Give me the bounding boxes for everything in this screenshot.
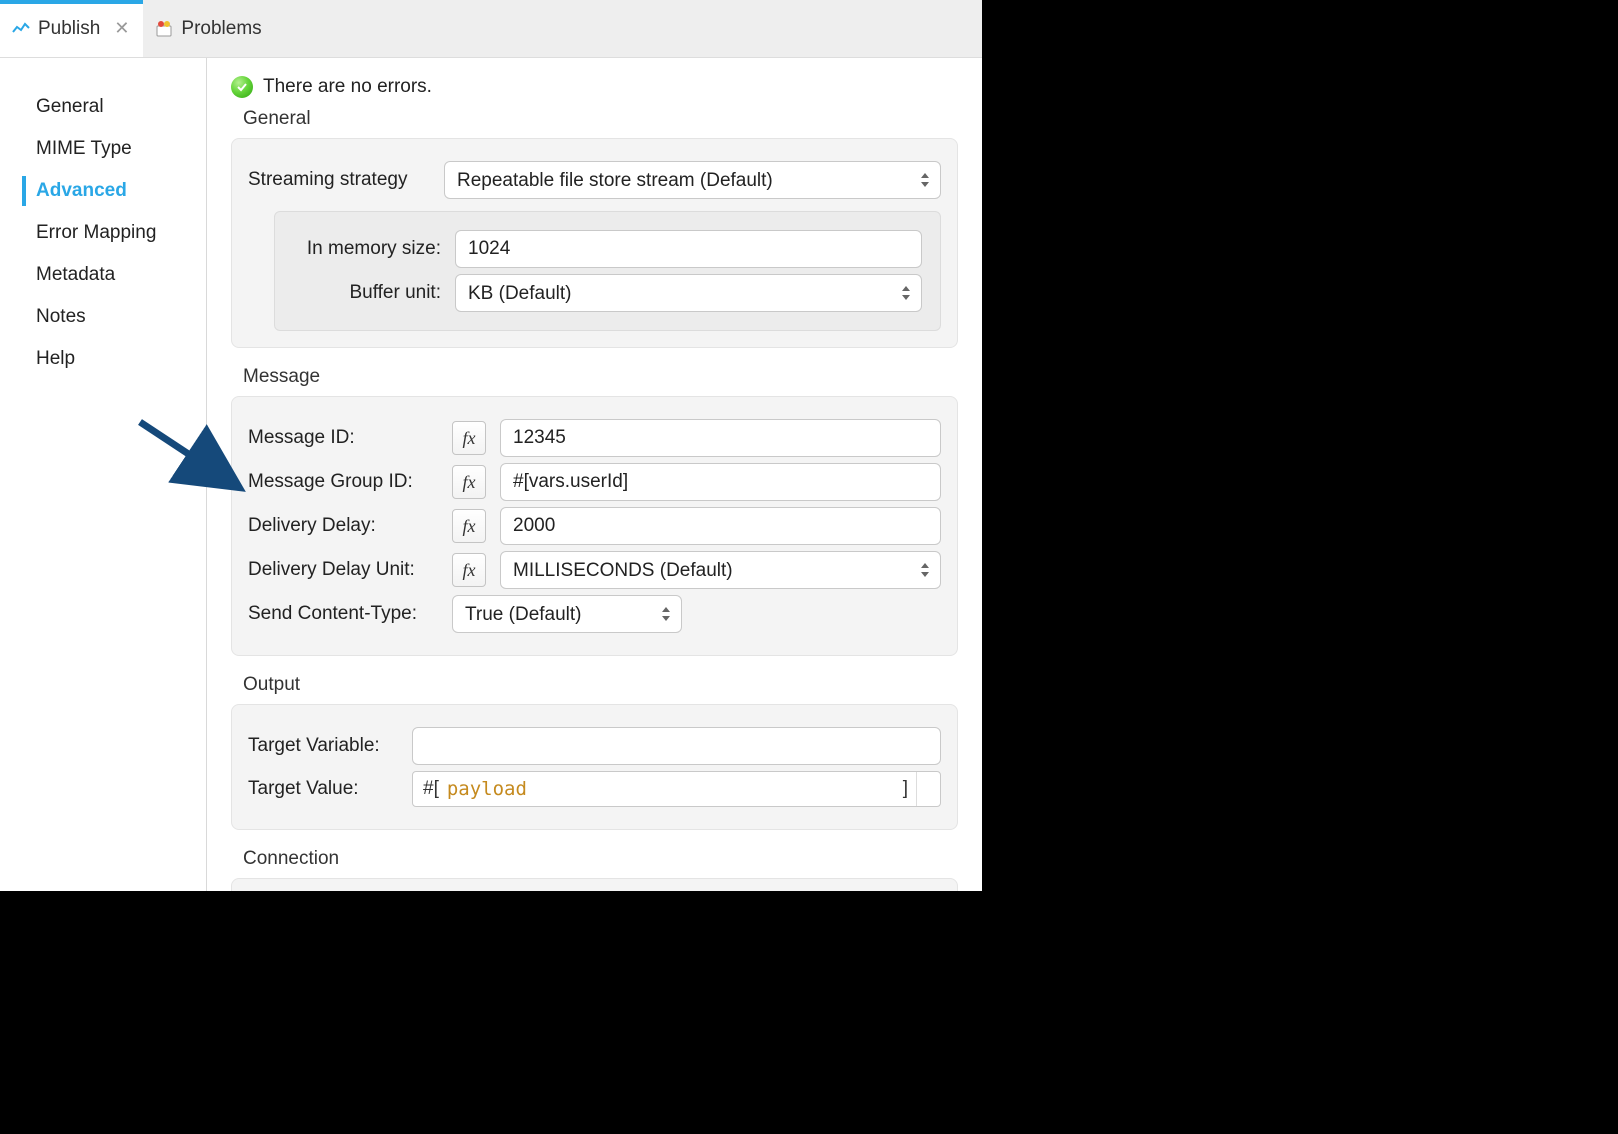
sidebar-item-metadata[interactable]: Metadata xyxy=(0,254,206,296)
sidebar-item-advanced[interactable]: Advanced xyxy=(0,170,206,212)
sidebar-item-mime-type[interactable]: MIME Type xyxy=(0,128,206,170)
fx-button[interactable]: fx xyxy=(452,509,486,543)
tab-publish[interactable]: Publish ✕ xyxy=(0,0,143,57)
target-variable-label: Target Variable: xyxy=(248,735,398,757)
streaming-strategy-select[interactable]: Repeatable file store stream (Default) xyxy=(444,161,941,199)
status-text: There are no errors. xyxy=(263,76,432,98)
message-panel: Message ID: fx Message Group ID: fx Deli… xyxy=(231,396,958,656)
sidebar-item-help[interactable]: Help xyxy=(0,338,206,380)
message-id-input[interactable] xyxy=(500,419,941,457)
content-pane: There are no errors. General Streaming s… xyxy=(207,58,982,891)
delivery-delay-unit-label: Delivery Delay Unit: xyxy=(248,559,438,581)
chart-icon xyxy=(12,22,30,36)
target-value-label: Target Value: xyxy=(248,778,398,800)
status-bar: There are no errors. xyxy=(231,76,958,98)
connection-panel: Reconnection strategy None xyxy=(231,878,958,891)
section-title-connection: Connection xyxy=(243,848,958,870)
sidebar-item-label: MIME Type xyxy=(36,138,132,159)
streaming-strategy-label: Streaming strategy xyxy=(248,169,430,191)
sidebar-item-label: Advanced xyxy=(36,180,127,201)
expression-body: payload xyxy=(447,778,527,800)
check-icon xyxy=(231,76,253,98)
sidebar-item-label: Help xyxy=(36,348,75,369)
tab-label: Publish xyxy=(38,18,100,40)
message-group-id-input[interactable] xyxy=(500,463,941,501)
in-memory-size-input[interactable] xyxy=(455,230,922,268)
close-icon[interactable]: ✕ xyxy=(114,18,129,39)
sidebar-item-label: General xyxy=(36,96,104,117)
fx-button[interactable]: fx xyxy=(452,465,486,499)
general-panel: Streaming strategy Repeatable file store… xyxy=(231,138,958,348)
sidebar: General MIME Type Advanced Error Mapping… xyxy=(0,58,207,891)
output-panel: Target Variable: Target Value: #[ payloa… xyxy=(231,704,958,830)
fx-button[interactable]: fx xyxy=(452,421,486,455)
problems-icon xyxy=(155,20,173,38)
sidebar-item-general[interactable]: General xyxy=(0,86,206,128)
sidebar-item-label: Metadata xyxy=(36,264,115,285)
section-title-output: Output xyxy=(243,674,958,696)
sidebar-item-error-mapping[interactable]: Error Mapping xyxy=(0,212,206,254)
message-id-label: Message ID: xyxy=(248,427,438,449)
fx-button[interactable]: fx xyxy=(452,553,486,587)
section-title-general: General xyxy=(243,108,958,130)
sidebar-item-label: Notes xyxy=(36,306,86,327)
buffer-unit-select[interactable]: KB (Default) xyxy=(455,274,922,312)
resize-handle[interactable] xyxy=(916,772,930,806)
tab-bar: Publish ✕ Problems xyxy=(0,0,982,58)
delivery-delay-label: Delivery Delay: xyxy=(248,515,438,537)
target-value-input[interactable]: #[ payload ] xyxy=(412,771,941,807)
delivery-delay-input[interactable] xyxy=(500,507,941,545)
message-group-id-label: Message Group ID: xyxy=(248,471,438,493)
target-variable-input[interactable] xyxy=(412,727,941,765)
delivery-delay-unit-select[interactable]: MILLISECONDS (Default) xyxy=(500,551,941,589)
streaming-subpanel: In memory size: Buffer unit: KB (Default… xyxy=(274,211,941,331)
in-memory-size-label: In memory size: xyxy=(293,238,441,260)
buffer-unit-label: Buffer unit: xyxy=(293,282,441,304)
sidebar-item-label: Error Mapping xyxy=(36,222,156,243)
tab-problems[interactable]: Problems xyxy=(143,0,275,57)
send-content-type-select[interactable]: True (Default) xyxy=(452,595,682,633)
tab-label: Problems xyxy=(181,18,261,40)
section-title-message: Message xyxy=(243,366,958,388)
expression-suffix: ] xyxy=(903,778,908,800)
expression-prefix: #[ xyxy=(423,778,439,800)
send-content-type-label: Send Content-Type: xyxy=(248,603,438,625)
sidebar-item-notes[interactable]: Notes xyxy=(0,296,206,338)
